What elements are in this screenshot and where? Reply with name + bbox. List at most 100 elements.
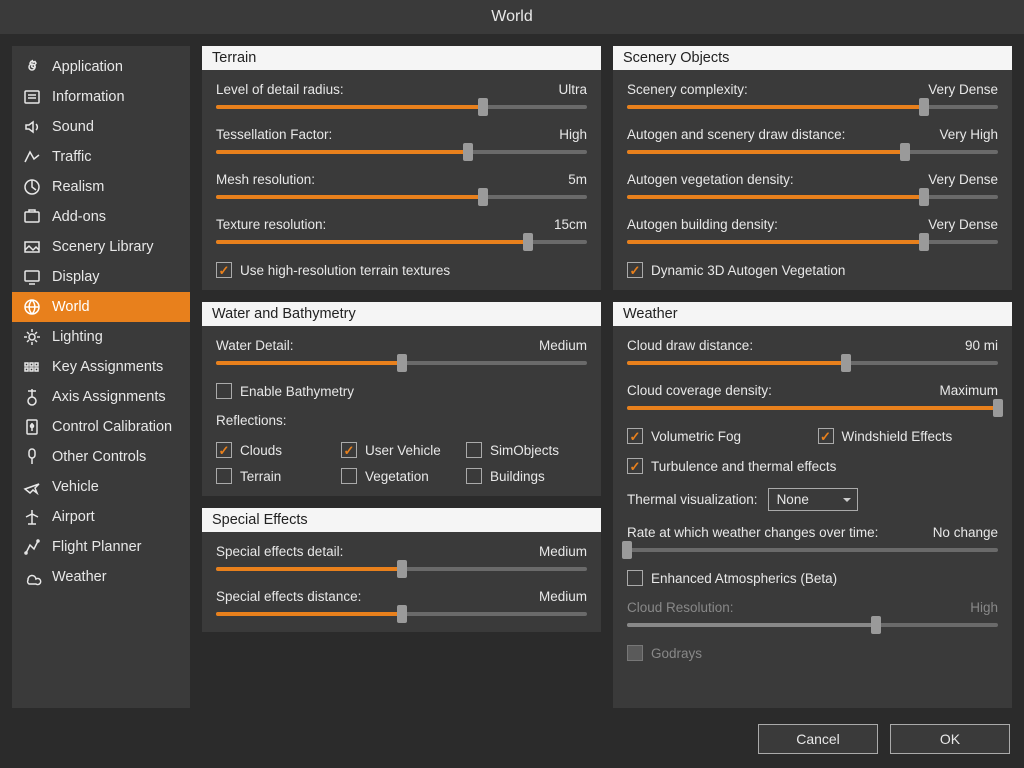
checkbox-row-enhanced-atmospherics[interactable]: Enhanced Atmospherics (Beta) xyxy=(627,570,998,586)
thermal-vis-select[interactable]: None xyxy=(768,488,858,511)
ok-button[interactable]: OK xyxy=(890,724,1010,754)
slider-sfx-0: Special effects detail: Medium xyxy=(216,544,587,575)
sidebar-item-label: Key Assignments xyxy=(52,359,163,375)
checkbox-reflection-vegetation[interactable] xyxy=(341,468,357,484)
checkbox-windshield-effects[interactable] xyxy=(818,428,834,444)
slider-thumb[interactable] xyxy=(397,605,407,623)
checkbox-row-bathymetry[interactable]: Enable Bathymetry xyxy=(216,383,587,399)
slider-thumb[interactable] xyxy=(919,233,929,251)
checkbox-reflection-clouds[interactable] xyxy=(216,442,232,458)
checkbox-row-hires-textures[interactable]: Use high-resolution terrain textures xyxy=(216,262,587,278)
sidebar-item-scenery-library[interactable]: Scenery Library xyxy=(12,232,190,262)
sidebar-item-traffic[interactable]: Traffic xyxy=(12,142,190,172)
thermal-vis-label: Thermal visualization: xyxy=(627,492,758,507)
cancel-button[interactable]: Cancel xyxy=(758,724,878,754)
checkbox-label: Godrays xyxy=(651,646,702,661)
slider-track[interactable] xyxy=(216,236,587,248)
slider-thumb[interactable] xyxy=(993,399,1003,417)
slider-thumb[interactable] xyxy=(523,233,533,251)
slider-thumb[interactable] xyxy=(622,541,632,559)
slider-label: Mesh resolution: xyxy=(216,172,315,187)
slider-scenery-1: Autogen and scenery draw distance: Very … xyxy=(627,127,998,158)
slider-track[interactable] xyxy=(216,191,587,203)
slider-track[interactable] xyxy=(216,101,587,113)
sidebar-item-realism[interactable]: Realism xyxy=(12,172,190,202)
slider-thumb[interactable] xyxy=(397,354,407,372)
checkbox-label: Windshield Effects xyxy=(842,429,953,444)
sidebar-item-display[interactable]: Display xyxy=(12,262,190,292)
slider-thumb[interactable] xyxy=(397,560,407,578)
sidebar-item-application[interactable]: Application xyxy=(12,52,190,82)
checkbox-row-turbulence-thermal[interactable]: Turbulence and thermal effects xyxy=(627,458,998,474)
reflections-grid: Clouds User Vehicle SimObjects Terrain V… xyxy=(216,442,587,484)
slider-track[interactable] xyxy=(627,544,998,556)
sidebar-item-key-assignments[interactable]: Key Assignments xyxy=(12,352,190,382)
slider-thumb[interactable] xyxy=(478,188,488,206)
sidebar-item-control-calibration[interactable]: Control Calibration xyxy=(12,412,190,442)
sidebar-item-add-ons[interactable]: Add-ons xyxy=(12,202,190,232)
sidebar-item-sound[interactable]: Sound xyxy=(12,112,190,142)
sidebar-item-world[interactable]: World xyxy=(12,292,190,322)
sidebar-item-weather[interactable]: Weather xyxy=(12,562,190,592)
checkbox-label: Buildings xyxy=(490,469,545,484)
addons-icon xyxy=(22,207,42,227)
slider-thumb[interactable] xyxy=(900,143,910,161)
checkbox-hires-textures[interactable] xyxy=(216,262,232,278)
slider-track[interactable] xyxy=(216,146,587,158)
checkbox-row-reflection-terrain[interactable]: Terrain xyxy=(216,468,337,484)
slider-label: Level of detail radius: xyxy=(216,82,344,97)
footer: Cancel OK xyxy=(0,720,1024,768)
slider-track[interactable] xyxy=(627,236,998,248)
checkbox-reflection-simobjects[interactable] xyxy=(466,442,482,458)
checkbox-row-reflection-simobjects[interactable]: SimObjects xyxy=(466,442,587,458)
sidebar-item-label: Axis Assignments xyxy=(52,389,166,405)
sidebar-item-axis-assignments[interactable]: Axis Assignments xyxy=(12,382,190,412)
slider-thumb[interactable] xyxy=(841,354,851,372)
slider-track[interactable] xyxy=(627,191,998,203)
checkbox-row-reflection-vegetation[interactable]: Vegetation xyxy=(341,468,462,484)
slider-track[interactable] xyxy=(627,146,998,158)
checkbox-dynamic-3d-autogen[interactable] xyxy=(627,262,643,278)
panel-header-weather: Weather xyxy=(613,302,1012,326)
sidebar-item-airport[interactable]: Airport xyxy=(12,502,190,532)
slider-value: 5m xyxy=(568,172,587,187)
checkbox-row-dynamic-3d-autogen[interactable]: Dynamic 3D Autogen Vegetation xyxy=(627,262,998,278)
checkbox-enhanced-atmospherics[interactable] xyxy=(627,570,643,586)
checkbox-row-reflection-user-vehicle[interactable]: User Vehicle xyxy=(341,442,462,458)
axis-icon xyxy=(22,387,42,407)
slider-terrain-3: Texture resolution: 15cm xyxy=(216,217,587,248)
sidebar-item-lighting[interactable]: Lighting xyxy=(12,322,190,352)
checkbox-turbulence-thermal[interactable] xyxy=(627,458,643,474)
slider-label: Scenery complexity: xyxy=(627,82,748,97)
slider-thumb[interactable] xyxy=(478,98,488,116)
slider-label: Water Detail: xyxy=(216,338,294,353)
checkbox-reflection-terrain[interactable] xyxy=(216,468,232,484)
sidebar-item-vehicle[interactable]: Vehicle xyxy=(12,472,190,502)
sidebar-item-information[interactable]: Information xyxy=(12,82,190,112)
sidebar-item-other-controls[interactable]: Other Controls xyxy=(12,442,190,472)
slider-track[interactable] xyxy=(627,357,998,369)
checkbox-row-reflection-buildings[interactable]: Buildings xyxy=(466,468,587,484)
slider-track[interactable] xyxy=(627,101,998,113)
slider-track[interactable] xyxy=(627,402,998,414)
slider-track[interactable] xyxy=(216,608,587,620)
slider-label: Tessellation Factor: xyxy=(216,127,332,142)
checkbox-reflection-user-vehicle[interactable] xyxy=(341,442,357,458)
checkbox-reflection-buildings[interactable] xyxy=(466,468,482,484)
checkbox-label: SimObjects xyxy=(490,443,559,458)
slider-track[interactable] xyxy=(216,357,587,369)
slider-track[interactable] xyxy=(216,563,587,575)
checkbox-row-reflection-clouds[interactable]: Clouds xyxy=(216,442,337,458)
thermal-vis-row: Thermal visualization: None xyxy=(627,488,998,511)
checkbox-row-volumetric-fog[interactable]: Volumetric Fog xyxy=(627,428,808,444)
weather-icon xyxy=(22,567,42,587)
slider-thumb[interactable] xyxy=(919,98,929,116)
slider-thumb[interactable] xyxy=(463,143,473,161)
slider-terrain-1: Tessellation Factor: High xyxy=(216,127,587,158)
checkbox-volumetric-fog[interactable] xyxy=(627,428,643,444)
checkbox-row-windshield-effects[interactable]: Windshield Effects xyxy=(818,428,999,444)
checkbox-godrays xyxy=(627,645,643,661)
sidebar-item-flight-planner[interactable]: Flight Planner xyxy=(12,532,190,562)
checkbox-bathymetry[interactable] xyxy=(216,383,232,399)
slider-thumb[interactable] xyxy=(919,188,929,206)
